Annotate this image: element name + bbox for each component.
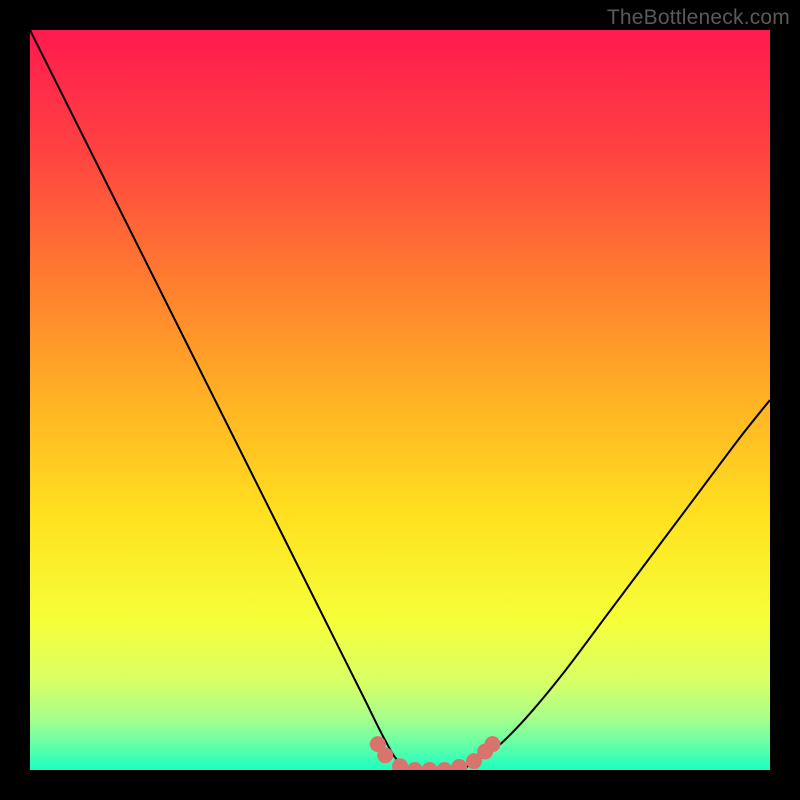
outer-frame: TheBottleneck.com — [0, 0, 800, 800]
chart-svg — [30, 30, 770, 770]
watermark-label: TheBottleneck.com — [607, 6, 790, 30]
valley-marker — [377, 747, 393, 763]
chart-area — [30, 30, 770, 770]
valley-marker — [485, 736, 501, 752]
gradient-background — [30, 30, 770, 770]
